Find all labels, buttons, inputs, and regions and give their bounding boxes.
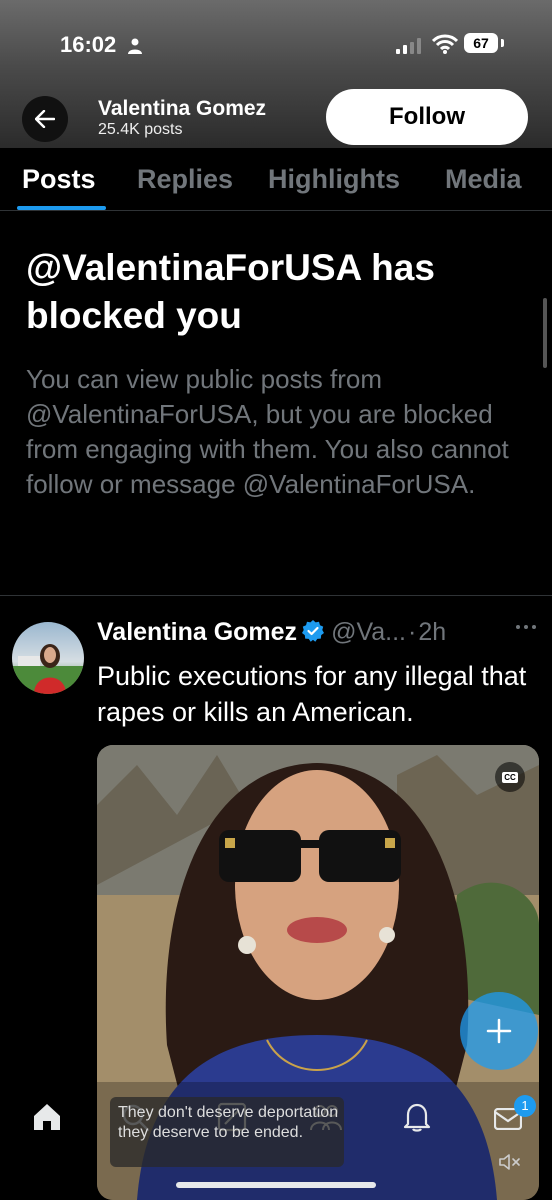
follow-button[interactable]: Follow	[326, 89, 528, 145]
battery-icon: 67	[464, 33, 504, 55]
tweet-header: Valentina Gomez @Va...·2h	[97, 618, 446, 647]
compose-button[interactable]	[460, 992, 538, 1070]
avatar[interactable]	[12, 622, 84, 694]
blocked-title: @ValentinaForUSA has blocked you	[26, 247, 435, 336]
tab-posts[interactable]: Posts	[22, 164, 96, 195]
avatar-image	[12, 644, 84, 694]
scrollbar[interactable]	[543, 298, 547, 368]
closed-captions-button[interactable]: CC	[495, 762, 525, 792]
profile-tabs: Posts Replies Highlights Media	[0, 148, 552, 211]
verified-badge-icon	[302, 620, 325, 642]
person-icon	[128, 38, 142, 54]
tab-highlights[interactable]: Highlights	[268, 164, 400, 195]
blocked-description: You can view public posts from @Valentin…	[26, 364, 509, 499]
notifications-icon[interactable]	[403, 1102, 431, 1132]
tweet-time: 2h	[418, 618, 447, 646]
more-options-icon[interactable]	[514, 622, 538, 632]
back-button[interactable]	[22, 96, 68, 142]
meta-separator: ·	[408, 618, 417, 646]
cc-label: CC	[502, 771, 518, 783]
cellular-signal-icon	[396, 38, 421, 54]
messages-badge: 1	[514, 1095, 536, 1117]
plus-icon	[486, 1018, 512, 1044]
active-tab-indicator	[17, 206, 106, 210]
home-icon[interactable]	[32, 1102, 62, 1132]
status-time: 16:02	[60, 32, 117, 57]
status-bar: 16:02 67	[0, 30, 552, 62]
mute-icon[interactable]	[498, 1152, 522, 1172]
profile-header: 16:02 67 Valentina Gomez 25.4K posts Fol…	[0, 0, 552, 148]
divider	[0, 595, 552, 596]
tweet-text: Public executions for any illegal that r…	[97, 661, 527, 727]
tweet-handle: @Va...	[331, 618, 407, 646]
post-count: 25.4K posts	[98, 121, 183, 138]
wifi-icon	[432, 34, 458, 54]
tab-replies[interactable]: Replies	[137, 164, 233, 195]
video-caption: They don't deserve deportation they dese…	[110, 1097, 344, 1167]
tab-media[interactable]: Media	[445, 164, 522, 195]
tweet-author[interactable]: Valentina Gomez	[97, 618, 297, 646]
profile-name: Valentina Gomez	[98, 97, 267, 120]
home-indicator[interactable]	[176, 1182, 376, 1188]
arrow-left-icon	[35, 110, 55, 128]
battery-level: 67	[464, 33, 498, 53]
